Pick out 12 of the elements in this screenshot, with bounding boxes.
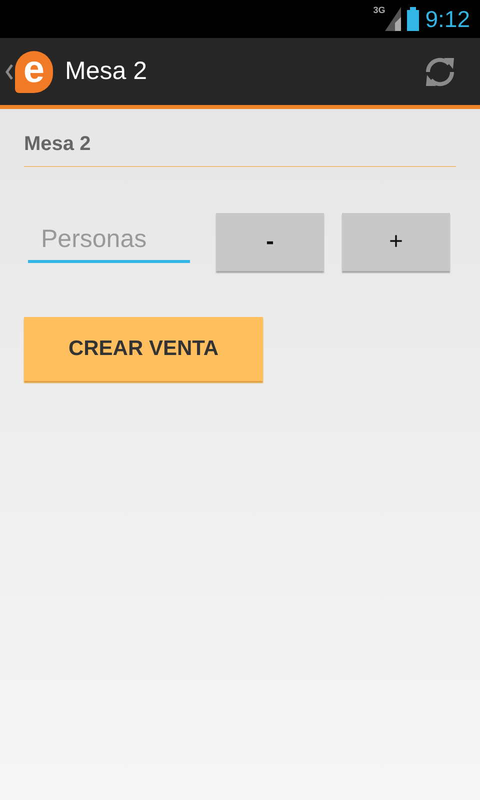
create-sale-button[interactable]: CREAR VENTA bbox=[24, 317, 263, 381]
screen-title: Mesa 2 bbox=[65, 57, 147, 86]
section-header: Mesa 2 bbox=[24, 133, 456, 167]
signal-icon bbox=[385, 7, 402, 31]
battery-icon bbox=[407, 7, 420, 31]
network-type: 3G bbox=[373, 5, 386, 15]
back-caret-icon bbox=[5, 64, 13, 80]
app-logo: e bbox=[15, 50, 53, 92]
persons-field[interactable]: Personas bbox=[28, 221, 190, 263]
clock: 9:12 bbox=[425, 6, 470, 32]
increment-button[interactable]: + bbox=[342, 213, 450, 271]
decrement-button[interactable]: - bbox=[216, 213, 324, 271]
